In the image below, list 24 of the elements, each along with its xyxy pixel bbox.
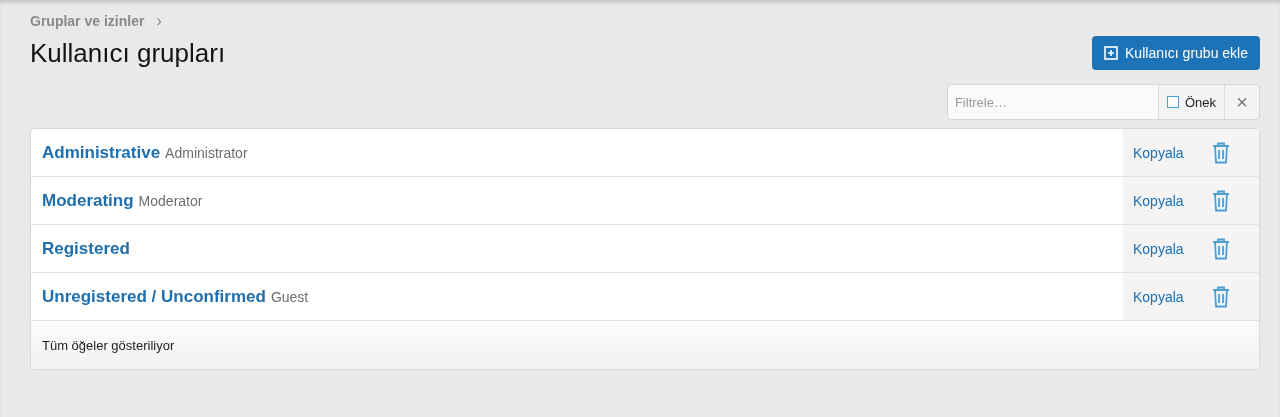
group-title: Moderator (138, 192, 203, 209)
add-group-button[interactable]: Kullanıcı grubu ekle (1092, 36, 1260, 70)
prefix-checkbox[interactable]: Önek (1158, 85, 1225, 119)
list-footer: Tüm öğeler gösteriliyor (31, 321, 1259, 369)
plus-square-icon (1104, 46, 1119, 60)
trash-icon[interactable] (1211, 189, 1230, 212)
breadcrumb-separator: › (156, 12, 162, 30)
copy-link[interactable]: Kopyala (1133, 288, 1184, 305)
copy-link[interactable]: Kopyala (1133, 144, 1184, 161)
filter-field[interactable]: Filtrele… (947, 85, 1159, 119)
trash-icon[interactable] (1211, 141, 1230, 164)
group-link[interactable]: Unregistered / Unconfirmed (42, 286, 266, 307)
trash-icon[interactable] (1211, 237, 1230, 260)
breadcrumb-link[interactable]: Gruplar ve izinler (30, 13, 145, 29)
group-link[interactable]: Registered (42, 238, 130, 259)
trash-icon[interactable] (1211, 285, 1230, 308)
group-title: Guest (270, 288, 309, 305)
clear-button[interactable]: × (1225, 85, 1259, 119)
page-title: Kullanıcı grupları (30, 37, 226, 69)
copy-link[interactable]: Kopyala (1133, 192, 1184, 209)
group-link[interactable]: Administrative (42, 142, 161, 163)
group-title: Administrator (165, 144, 248, 161)
copy-link[interactable]: Kopyala (1133, 240, 1184, 257)
group-link[interactable]: Moderating (42, 190, 134, 211)
